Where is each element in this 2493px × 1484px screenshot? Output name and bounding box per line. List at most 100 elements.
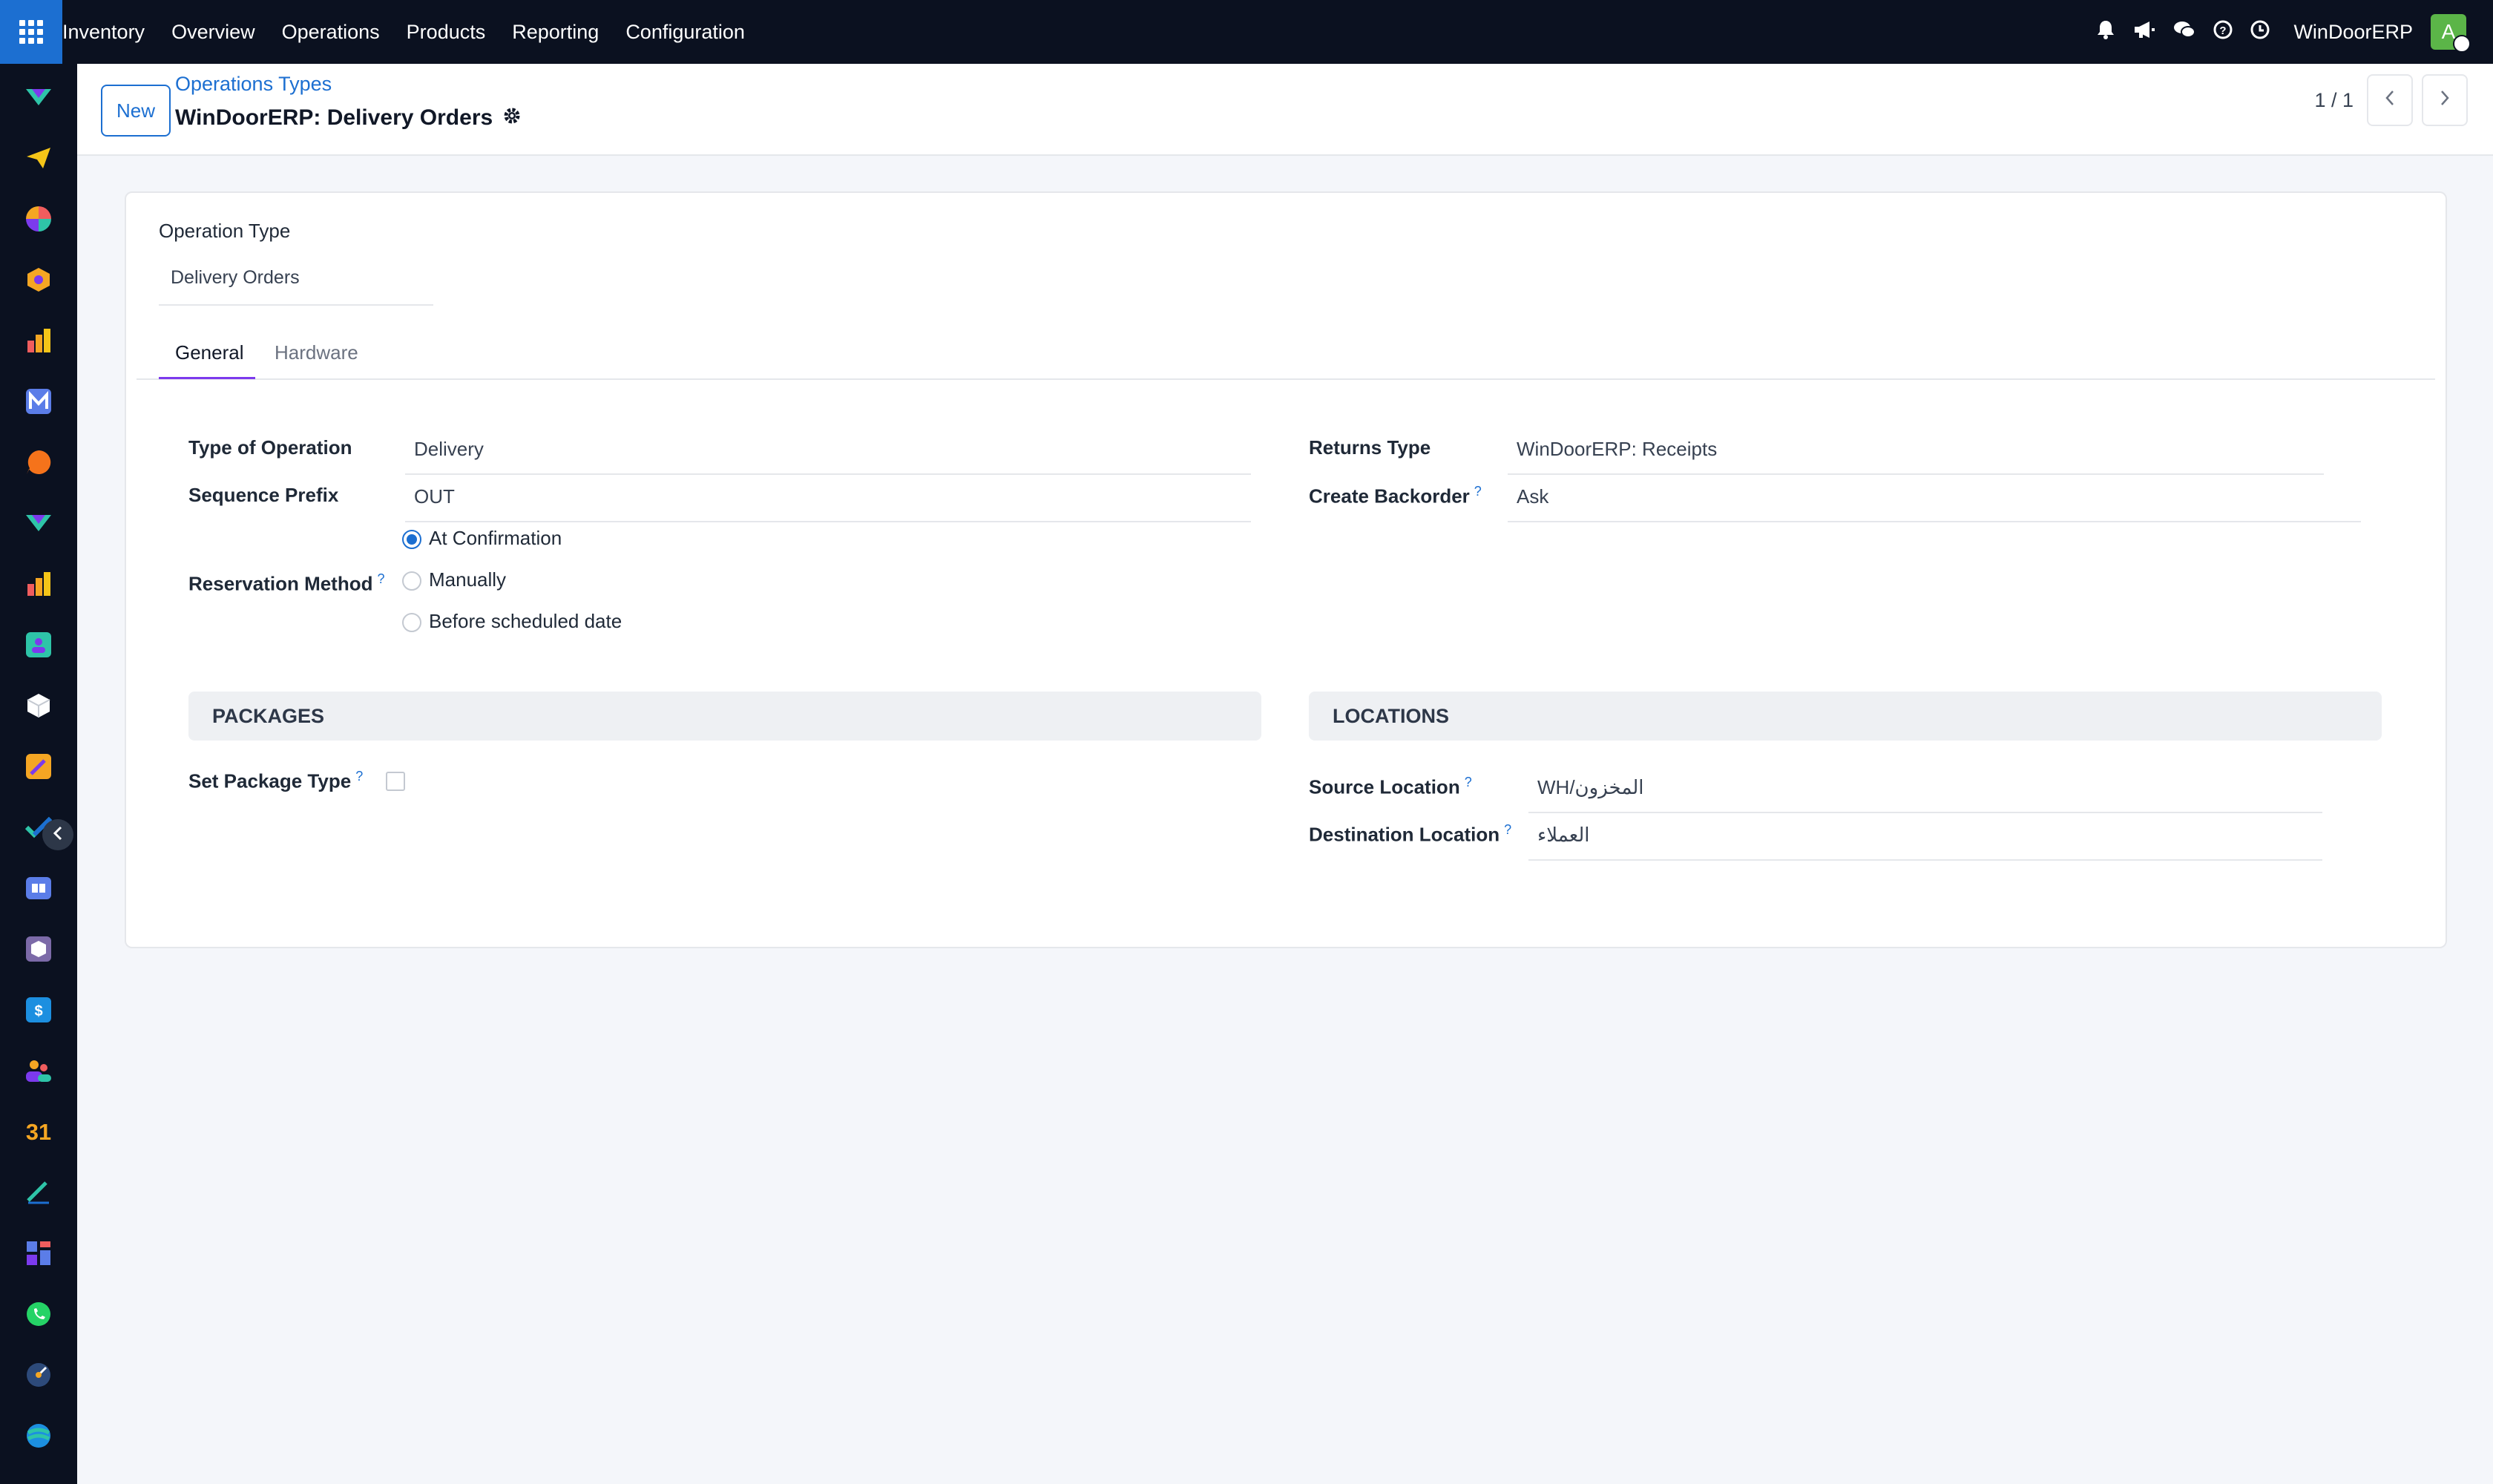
app-icon-15[interactable] <box>24 935 53 963</box>
app-icon-16[interactable]: $ <box>24 996 53 1024</box>
create-backorder-field[interactable]: Ask <box>1517 485 1548 508</box>
source-location-label-text: Source Location <box>1309 775 1460 798</box>
create-backorder-underline <box>1508 521 2361 522</box>
grid-icon <box>19 20 43 44</box>
app-icon-2[interactable] <box>24 144 53 172</box>
radio-before-scheduled-date-label[interactable]: Before scheduled date <box>429 610 622 633</box>
operation-type-field[interactable]: Delivery Orders <box>171 267 300 289</box>
pager: 1 / 1 <box>2314 74 2468 126</box>
app-icon-6[interactable] <box>24 387 53 416</box>
set-package-type-label: Set Package Type? <box>188 769 363 793</box>
avatar[interactable]: A <box>2431 14 2471 53</box>
app-icon-1[interactable] <box>24 83 53 111</box>
chevron-left-icon <box>51 824 65 847</box>
calendar-icon[interactable]: 31 <box>24 1117 53 1146</box>
radio-at-confirmation-label[interactable]: At Confirmation <box>429 527 562 550</box>
calendar-day: 31 <box>26 1119 51 1145</box>
menu-products[interactable]: Products <box>407 21 486 44</box>
type-of-operation-label-text: Type of Operation <box>188 436 352 459</box>
help-tooltip-icon[interactable]: ? <box>355 769 363 784</box>
app-icon-20[interactable] <box>24 1239 53 1267</box>
source-location-underline <box>1528 812 2322 813</box>
company-name[interactable]: WinDoorERP <box>2293 21 2413 44</box>
source-location-label: Source Location? <box>1309 775 1472 799</box>
menu-overview[interactable]: Overview <box>171 21 255 44</box>
menu-reporting[interactable]: Reporting <box>512 21 599 44</box>
set-package-type-checkbox[interactable] <box>386 772 405 791</box>
destination-location-label: Destination Location? <box>1309 822 1511 847</box>
packages-section-header: PACKAGES <box>188 692 1261 741</box>
page-title: WinDoorERP: Delivery Orders <box>175 105 521 131</box>
locations-section-header: LOCATIONS <box>1309 692 2382 741</box>
help-tooltip-icon[interactable]: ? <box>1474 484 1482 499</box>
app-icon-3[interactable] <box>24 205 53 233</box>
sequence-prefix-underline <box>405 521 1251 522</box>
radio-manually-label[interactable]: Manually <box>429 568 506 591</box>
sidebar-collapse-button[interactable] <box>42 819 73 850</box>
set-package-type-label-text: Set Package Type <box>188 769 352 792</box>
help-tooltip-icon[interactable]: ? <box>1465 775 1472 789</box>
main-menu: Inventory Overview Operations Products R… <box>62 0 772 64</box>
reservation-method-label-text: Reservation Method <box>188 572 373 595</box>
radio-manually[interactable] <box>402 571 421 591</box>
chevron-right-icon <box>2439 88 2451 113</box>
help-tooltip-icon[interactable]: ? <box>378 571 385 586</box>
returns-type-underline <box>1508 473 2324 475</box>
type-of-operation-underline <box>405 473 1251 475</box>
systray: ? WinDoorERP A <box>2096 0 2471 64</box>
type-of-operation-field[interactable]: Delivery <box>414 438 484 461</box>
bell-icon[interactable] <box>2096 19 2115 45</box>
destination-location-field[interactable]: العملاء <box>1537 824 1589 847</box>
app-icon-7[interactable] <box>24 448 53 476</box>
create-backorder-label-text: Create Backorder <box>1309 485 1470 508</box>
clock-icon[interactable] <box>2250 20 2270 45</box>
radio-before-scheduled-date[interactable] <box>402 613 421 632</box>
status-dot <box>2453 35 2471 53</box>
help-icon[interactable]: ? <box>2213 20 2233 45</box>
app-icon-12[interactable] <box>24 752 53 781</box>
source-location-field[interactable]: WH/المخزون <box>1537 776 1644 799</box>
gear-icon[interactable] <box>503 106 521 130</box>
megaphone-icon[interactable] <box>2133 20 2155 45</box>
menu-configuration[interactable]: Configuration <box>625 21 745 44</box>
active-tab-indicator <box>159 377 255 379</box>
destination-location-label-text: Destination Location <box>1309 823 1500 846</box>
app-icon-5[interactable] <box>24 326 53 355</box>
app-icon-9[interactable] <box>24 570 53 598</box>
app-icon-8[interactable] <box>24 509 53 537</box>
app-icon-11[interactable] <box>24 692 53 720</box>
app-icon-4[interactable] <box>24 266 53 294</box>
create-backorder-label: Create Backorder? <box>1309 484 1482 508</box>
pager-value[interactable]: 1 / 1 <box>2314 89 2354 112</box>
form-sheet: Operation Type Delivery Orders General H… <box>125 191 2447 948</box>
sequence-prefix-field[interactable]: OUT <box>414 485 455 508</box>
sequence-prefix-label-text: Sequence Prefix <box>188 484 339 506</box>
app-icon-17[interactable] <box>24 1057 53 1085</box>
new-button[interactable]: New <box>101 85 171 137</box>
help-tooltip-icon[interactable]: ? <box>1504 822 1511 837</box>
operation-type-underline <box>159 304 433 306</box>
app-icon-22[interactable] <box>24 1361 53 1389</box>
menu-inventory[interactable]: Inventory <box>62 21 145 44</box>
pager-next-button[interactable] <box>2422 74 2468 126</box>
breadcrumb[interactable]: Operations Types <box>175 73 332 96</box>
app-icon-23[interactable] <box>24 1422 53 1450</box>
whatsapp-icon[interactable] <box>24 1300 53 1328</box>
tabs-divider <box>137 378 2435 380</box>
chat-icon[interactable] <box>2173 20 2196 45</box>
app-icon-14[interactable] <box>24 874 53 902</box>
tab-hardware[interactable]: Hardware <box>275 341 358 364</box>
reservation-method-label: Reservation Method? <box>188 571 385 596</box>
returns-type-field[interactable]: WinDoorERP: Receipts <box>1517 438 1717 461</box>
app-icon-10[interactable] <box>24 631 53 659</box>
chevron-left-icon <box>2384 88 2396 113</box>
menu-operations[interactable]: Operations <box>282 21 380 44</box>
destination-location-underline <box>1528 859 2322 861</box>
tab-general[interactable]: General <box>175 341 244 364</box>
returns-type-label: Returns Type <box>1309 436 1431 459</box>
app-sidebar: $ 31 <box>0 64 77 1484</box>
app-icon-19[interactable] <box>24 1178 53 1206</box>
pager-previous-button[interactable] <box>2367 74 2413 126</box>
apps-menu-button[interactable] <box>0 0 62 64</box>
radio-at-confirmation[interactable] <box>402 530 421 549</box>
